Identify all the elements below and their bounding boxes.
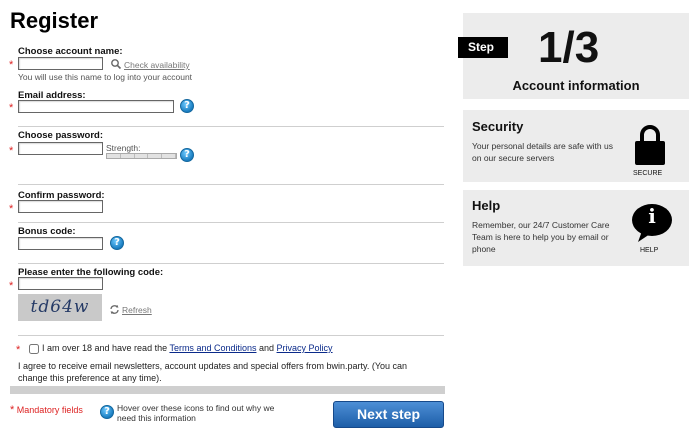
refresh-captcha-link[interactable]: Refresh	[122, 305, 152, 315]
divider	[18, 263, 444, 264]
strength-label: Strength:	[106, 143, 141, 153]
help-note: Hover over these icons to find out why w…	[117, 403, 275, 423]
help-question-icon[interactable]: ?	[110, 236, 124, 250]
account-name-hint: You will use this name to log into your …	[18, 72, 193, 82]
email-input[interactable]	[18, 100, 174, 113]
next-step-button[interactable]: Next step	[333, 401, 444, 428]
help-question-icon[interactable]: ?	[180, 148, 194, 162]
terms-link[interactable]: Terms and Conditions	[169, 343, 256, 353]
help-question-icon: ?	[100, 405, 114, 419]
password-input[interactable]	[18, 142, 103, 155]
refresh-icon[interactable]	[109, 304, 120, 315]
password-label: Choose password:	[18, 130, 103, 141]
page-title: Register	[10, 8, 99, 33]
privacy-link[interactable]: Privacy Policy	[277, 343, 333, 353]
security-title: Security	[472, 119, 524, 134]
captcha-input[interactable]	[18, 277, 103, 290]
mandatory-note: * Mandatory fields	[10, 404, 83, 416]
bonus-code-input[interactable]	[18, 237, 103, 250]
help-question-icon[interactable]: ?	[180, 99, 194, 113]
secure-label: SECURE	[633, 170, 663, 177]
check-availability-link[interactable]: Check availability	[124, 60, 190, 70]
required-marker: *	[9, 280, 14, 292]
newsletter-text: I agree to receive email newsletters, ac…	[18, 361, 408, 383]
help-label: HELP	[640, 247, 659, 254]
account-name-label: Choose account name:	[18, 46, 123, 57]
required-marker: *	[9, 59, 14, 71]
search-icon	[110, 58, 122, 70]
step-badge: Step	[458, 37, 508, 58]
required-marker: *	[9, 203, 14, 215]
required-marker: *	[16, 344, 21, 356]
lock-icon	[633, 124, 667, 168]
divider	[18, 335, 444, 336]
account-name-input[interactable]	[18, 57, 103, 70]
help-title: Help	[472, 198, 501, 213]
divider	[18, 126, 444, 127]
terms-checkbox[interactable]	[29, 344, 39, 354]
step-caption: Account information	[512, 78, 640, 93]
divider	[18, 222, 444, 223]
help-text: Remember, our 24/7 Customer Care Team is…	[472, 220, 610, 254]
confirm-password-input[interactable]	[18, 200, 103, 213]
terms-line: I am over 18 and have read the Terms and…	[42, 343, 333, 353]
security-text: Your personal details are safe with us o…	[472, 141, 613, 163]
info-glyph: i	[648, 204, 656, 228]
required-marker: *	[9, 145, 14, 157]
terms-and: and	[259, 343, 275, 353]
required-marker: *	[9, 102, 14, 114]
bonus-code-label: Bonus code:	[18, 226, 76, 237]
password-strength-meter	[106, 153, 177, 159]
form-footer-bar	[10, 386, 445, 394]
captcha-image: td64w	[18, 294, 102, 321]
step-counter: 1/3	[538, 23, 600, 72]
terms-prefix: I am over 18 and have read the	[42, 343, 168, 353]
divider	[18, 184, 444, 185]
